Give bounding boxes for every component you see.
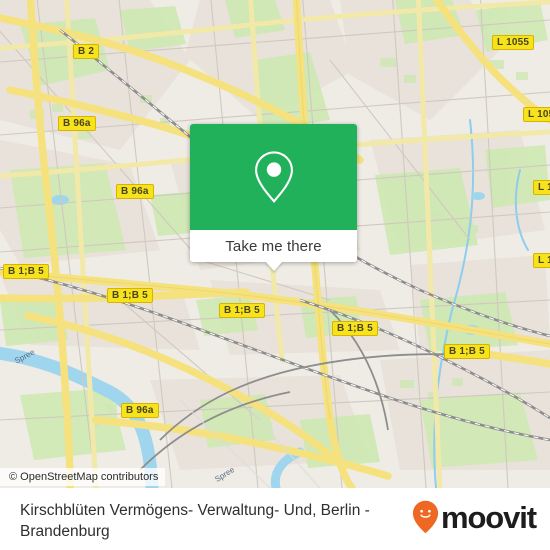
road-shield: B 96a — [58, 116, 96, 131]
popup-cta-label: Take me there — [225, 237, 322, 255]
road-shield: B 96a — [121, 403, 159, 418]
road-shield: B 1;B 5 — [219, 303, 265, 318]
road-shield: B 1;B 5 — [332, 321, 378, 336]
road-shield: L 1 — [533, 180, 550, 195]
location-popup[interactable]: Take me there — [190, 124, 357, 271]
footer-bar: Kirschblüten Vermögens- Verwaltung- Und,… — [0, 488, 550, 550]
moovit-logo[interactable]: moovit — [412, 499, 537, 535]
moovit-wordmark: moovit — [440, 499, 537, 535]
road-shield: B 1;B 5 — [107, 288, 153, 303]
moovit-smiley-pin-icon — [412, 500, 439, 534]
road-shield: L 105 — [523, 107, 550, 122]
road-shield: L 1055 — [492, 35, 535, 50]
map-canvas[interactable]: B 2 B 96a B 96a B 1;B 5 B 1;B 5 B 1;B 5 … — [0, 0, 550, 488]
map-pin-icon — [254, 151, 293, 203]
road-shield: L 1 — [533, 253, 550, 268]
attribution-text[interactable]: © OpenStreetMap contributors — [0, 468, 166, 486]
road-shield: B 2 — [73, 44, 100, 59]
map-result-card: B 2 B 96a B 96a B 1;B 5 B 1;B 5 B 1;B 5 … — [0, 0, 550, 550]
road-shield: B 1;B 5 — [444, 344, 490, 359]
popup-cta[interactable]: Take me there — [190, 230, 357, 262]
road-shield: B 1;B 5 — [3, 264, 49, 279]
popup-pin-area — [190, 124, 357, 230]
popup-tail — [264, 261, 283, 271]
place-title: Kirschblüten Vermögens- Verwaltung- Und,… — [20, 502, 370, 540]
road-shield: B 96a — [116, 184, 154, 199]
